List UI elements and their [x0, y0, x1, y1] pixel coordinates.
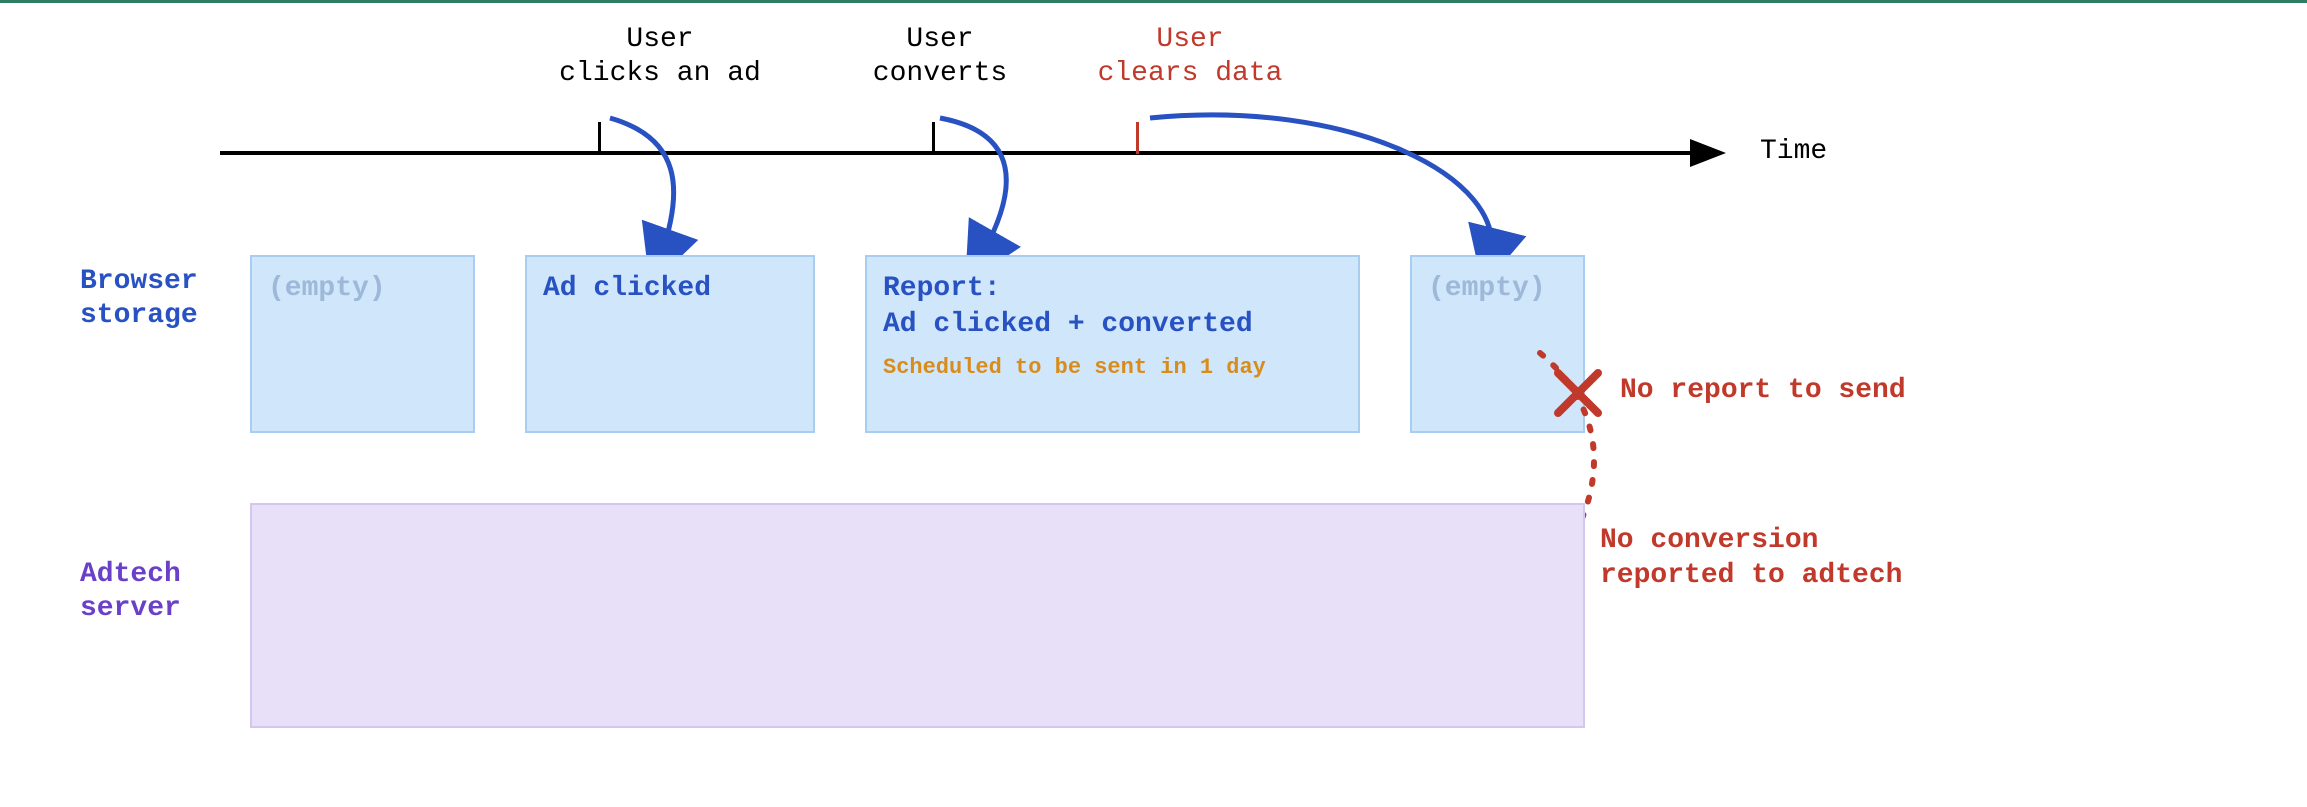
- adtech-server-lane: [250, 503, 1585, 728]
- row-label-adtech-line2: server: [80, 593, 181, 624]
- storage-state-1-text: Ad clicked: [543, 273, 711, 304]
- storage-state-0-text: (empty): [268, 273, 386, 304]
- timeline-axis-label: Time: [1760, 136, 1827, 167]
- event-label-clear: User clears data: [1060, 23, 1320, 90]
- note-no-conversion: No conversion reported to adtech: [1600, 523, 1902, 593]
- storage-state-0: (empty): [250, 255, 475, 433]
- event-label-clear-line2: clears data: [1098, 58, 1283, 89]
- note-no-conversion-line2: reported to adtech: [1600, 560, 1902, 591]
- arrow-click-to-state: [590, 108, 730, 278]
- storage-state-2-line1: Report:: [883, 273, 1001, 304]
- row-label-adtech: Adtech server: [80, 558, 181, 625]
- row-label-adtech-line1: Adtech: [80, 559, 181, 590]
- event-label-convert-line2: converts: [873, 58, 1007, 89]
- event-label-convert-line1: User: [906, 24, 973, 55]
- event-label-clear-line1: User: [1156, 24, 1223, 55]
- event-label-click-line2: clicks an ad: [559, 58, 761, 89]
- row-label-browser-line2: storage: [80, 300, 198, 331]
- storage-state-2-line2: Ad clicked + converted: [883, 309, 1253, 340]
- event-label-click-line1: User: [626, 24, 693, 55]
- storage-state-2-sched: Scheduled to be sent in 1 day: [883, 354, 1342, 383]
- diagram-stage: User clicks an ad User converts User cle…: [60, 3, 2247, 807]
- storage-state-2: Report: Ad clicked + converted Scheduled…: [865, 255, 1360, 433]
- arrow-clear-to-state: [1130, 108, 1550, 278]
- row-label-browser: Browser storage: [80, 265, 198, 332]
- arrow-convert-to-state: [920, 108, 1060, 278]
- event-label-convert: User converts: [830, 23, 1050, 90]
- note-no-conversion-line1: No conversion: [1600, 525, 1818, 556]
- storage-state-3-text: (empty): [1428, 273, 1546, 304]
- storage-state-1: Ad clicked: [525, 255, 815, 433]
- note-no-report: No report to send: [1620, 373, 1906, 408]
- event-label-click: User clicks an ad: [530, 23, 790, 90]
- row-label-browser-line1: Browser: [80, 266, 198, 297]
